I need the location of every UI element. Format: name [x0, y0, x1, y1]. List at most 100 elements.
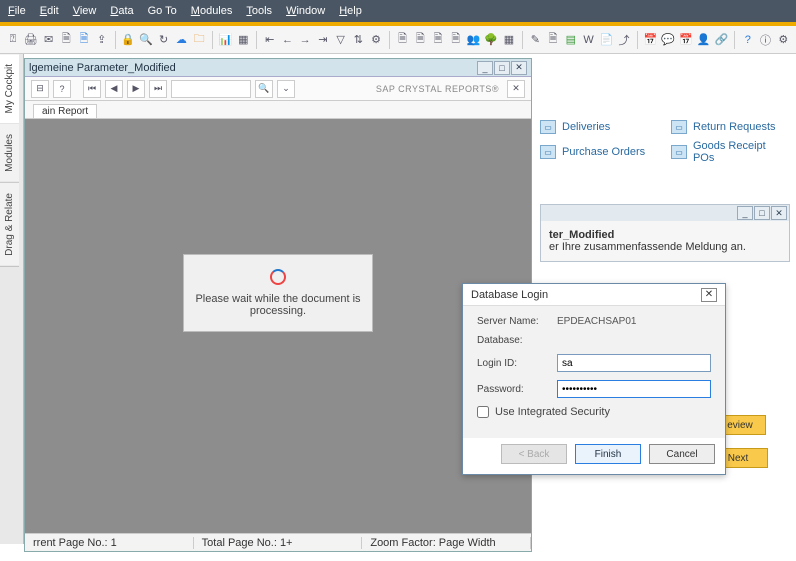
link-deliveries[interactable]: ▭Deliveries — [540, 120, 659, 134]
search-icon[interactable]: 🔍 — [255, 80, 273, 98]
msg-icon[interactable]: 💬 — [661, 30, 675, 50]
menu-goto[interactable]: Go To — [148, 5, 177, 17]
doc-icon[interactable]: 🗎 — [59, 30, 73, 50]
menu-edit[interactable]: Edit — [40, 5, 59, 17]
loading-message: Please wait while the document is proces… — [183, 254, 373, 332]
new-icon[interactable]: 🗎 — [546, 30, 560, 50]
user-icon[interactable]: 👤 — [697, 30, 711, 50]
vtab-drag[interactable]: Drag & Relate — [0, 183, 19, 267]
close-panel-icon[interactable]: ✕ — [507, 80, 525, 98]
last-icon[interactable]: ⇥ — [316, 30, 330, 50]
password-input[interactable] — [557, 380, 711, 398]
dialog-close-button[interactable]: ✕ — [701, 288, 717, 302]
last-page-button[interactable]: ⏭ — [149, 80, 167, 98]
vtab-modules[interactable]: Modules — [0, 124, 19, 183]
report-title: lgemeine Parameter_Modified — [29, 62, 176, 74]
zoom-dropdown[interactable]: ⌄ — [277, 80, 295, 98]
vtab-cockpit[interactable]: My Cockpit — [0, 54, 19, 124]
tab-main-report[interactable]: ain Report — [33, 104, 97, 118]
folder-icon[interactable]: 🗀 — [192, 30, 206, 50]
maximize-button[interactable]: □ — [754, 206, 770, 220]
mail-icon[interactable]: ✉ — [42, 30, 56, 50]
menu-view[interactable]: View — [73, 5, 97, 17]
prev-icon[interactable]: ← — [281, 30, 295, 50]
group-tree-icon[interactable]: ⊟ — [31, 80, 49, 98]
print-icon[interactable]: 🖨 — [24, 30, 38, 50]
close-button[interactable]: ✕ — [511, 61, 527, 75]
minimize-button[interactable]: _ — [737, 206, 753, 220]
link-icon[interactable]: 🔗 — [715, 30, 729, 50]
find-icon[interactable]: 🔍 — [139, 30, 153, 50]
page-icon[interactable]: 🗎 — [449, 30, 463, 50]
first-icon[interactable]: ⇤ — [263, 30, 277, 50]
excel-icon[interactable]: ▤ — [564, 30, 578, 50]
page-icon[interactable]: 🗎 — [431, 30, 445, 50]
chart-icon[interactable]: 📊 — [219, 30, 233, 50]
page-input[interactable] — [171, 80, 251, 98]
prev-page-button[interactable]: ◀ — [105, 80, 123, 98]
main-toolbar: ⍰ 🖨 ✉ 🗎 🗎 ⇪ 🔒 🔍 ↻ ☁ 🗀 📊 ▦ ⇤ ← → ⇥ ▽ ⇅ ⚙ … — [0, 26, 796, 54]
cancel-button[interactable]: Cancel — [649, 444, 715, 464]
menu-tools[interactable]: Tools — [246, 5, 272, 17]
info-icon[interactable]: ⓘ — [759, 30, 773, 50]
params-icon[interactable]: ? — [53, 80, 71, 98]
dialog-title: Database Login — [471, 289, 548, 301]
login-id-input[interactable] — [557, 354, 711, 372]
database-login-dialog: Database Login ✕ Server Name: EPDEACHSAP… — [462, 283, 726, 475]
people-icon[interactable]: 👥 — [467, 30, 481, 50]
menu-modules[interactable]: Modules — [191, 5, 233, 17]
pdf-icon[interactable]: 📄 — [599, 30, 613, 50]
close-button[interactable]: ✕ — [771, 206, 787, 220]
menu-window[interactable]: Window — [286, 5, 325, 17]
separator — [734, 31, 735, 49]
sort-icon[interactable]: ⇅ — [352, 30, 366, 50]
menu-file[interactable]: File — [8, 5, 26, 17]
refresh-icon[interactable]: ↻ — [157, 30, 171, 50]
maximize-button[interactable]: □ — [494, 61, 510, 75]
tree-icon[interactable]: 🌳 — [484, 30, 498, 50]
minimize-button[interactable]: _ — [477, 61, 493, 75]
filter-icon[interactable]: ▽ — [334, 30, 348, 50]
doc-icon: ▭ — [671, 120, 687, 134]
layout-icon[interactable]: ▦ — [236, 30, 250, 50]
menu-help[interactable]: Help — [339, 5, 362, 17]
next-page-button[interactable]: ▶ — [127, 80, 145, 98]
dialog-titlebar[interactable]: Database Login ✕ — [463, 284, 725, 306]
doc-blue-icon[interactable]: 🗎 — [77, 30, 91, 50]
report-canvas: Please wait while the document is proces… — [25, 119, 531, 533]
separator — [212, 31, 213, 49]
next-icon[interactable]: → — [298, 30, 312, 50]
settings-icon[interactable]: ⚙ — [776, 30, 790, 50]
server-label: Server Name: — [477, 316, 557, 327]
link-return-requests[interactable]: ▭Return Requests — [671, 120, 790, 134]
back-button: < Back — [501, 444, 567, 464]
page-icon[interactable]: 🗎 — [396, 30, 410, 50]
finish-button[interactable]: Finish — [575, 444, 641, 464]
login-id-label: Login ID: — [477, 358, 557, 369]
separator — [115, 31, 116, 49]
link-purchase-orders[interactable]: ▭Purchase Orders — [540, 140, 659, 164]
lock-icon[interactable]: 🔒 — [121, 30, 135, 50]
separator — [522, 31, 523, 49]
cal-icon[interactable]: 📅 — [644, 30, 658, 50]
word-icon[interactable]: W — [582, 30, 596, 50]
link-goods-receipt[interactable]: ▭Goods Receipt POs — [671, 140, 790, 164]
first-page-button[interactable]: ⏮ — [83, 80, 101, 98]
cal2-icon[interactable]: 📅 — [679, 30, 693, 50]
export-icon[interactable]: ⇪ — [95, 30, 109, 50]
page-icon[interactable]: 🗎 — [413, 30, 427, 50]
menu-data[interactable]: Data — [110, 5, 133, 17]
menu-bar: File Edit View Data Go To Modules Tools … — [0, 0, 796, 22]
crystal-brand: SAP CRYSTAL REPORTS® — [376, 84, 499, 94]
edit-icon[interactable]: ✎ — [529, 30, 543, 50]
spinner-icon — [270, 269, 286, 285]
report-statusbar: rrent Page No.: 1 Total Page No.: 1+ Zoo… — [25, 533, 531, 551]
grid-icon[interactable]: ▦ — [502, 30, 516, 50]
tool-icon[interactable]: ⚙ — [369, 30, 383, 50]
toolbar-icon[interactable]: ⍰ — [6, 30, 20, 50]
launch-icon[interactable]: ⤴ — [617, 30, 631, 50]
report-titlebar[interactable]: lgemeine Parameter_Modified _ □ ✕ — [25, 59, 531, 77]
cloud-icon[interactable]: ☁ — [175, 30, 189, 50]
integrated-security-checkbox[interactable] — [477, 406, 489, 418]
help-icon[interactable]: ? — [741, 30, 755, 50]
